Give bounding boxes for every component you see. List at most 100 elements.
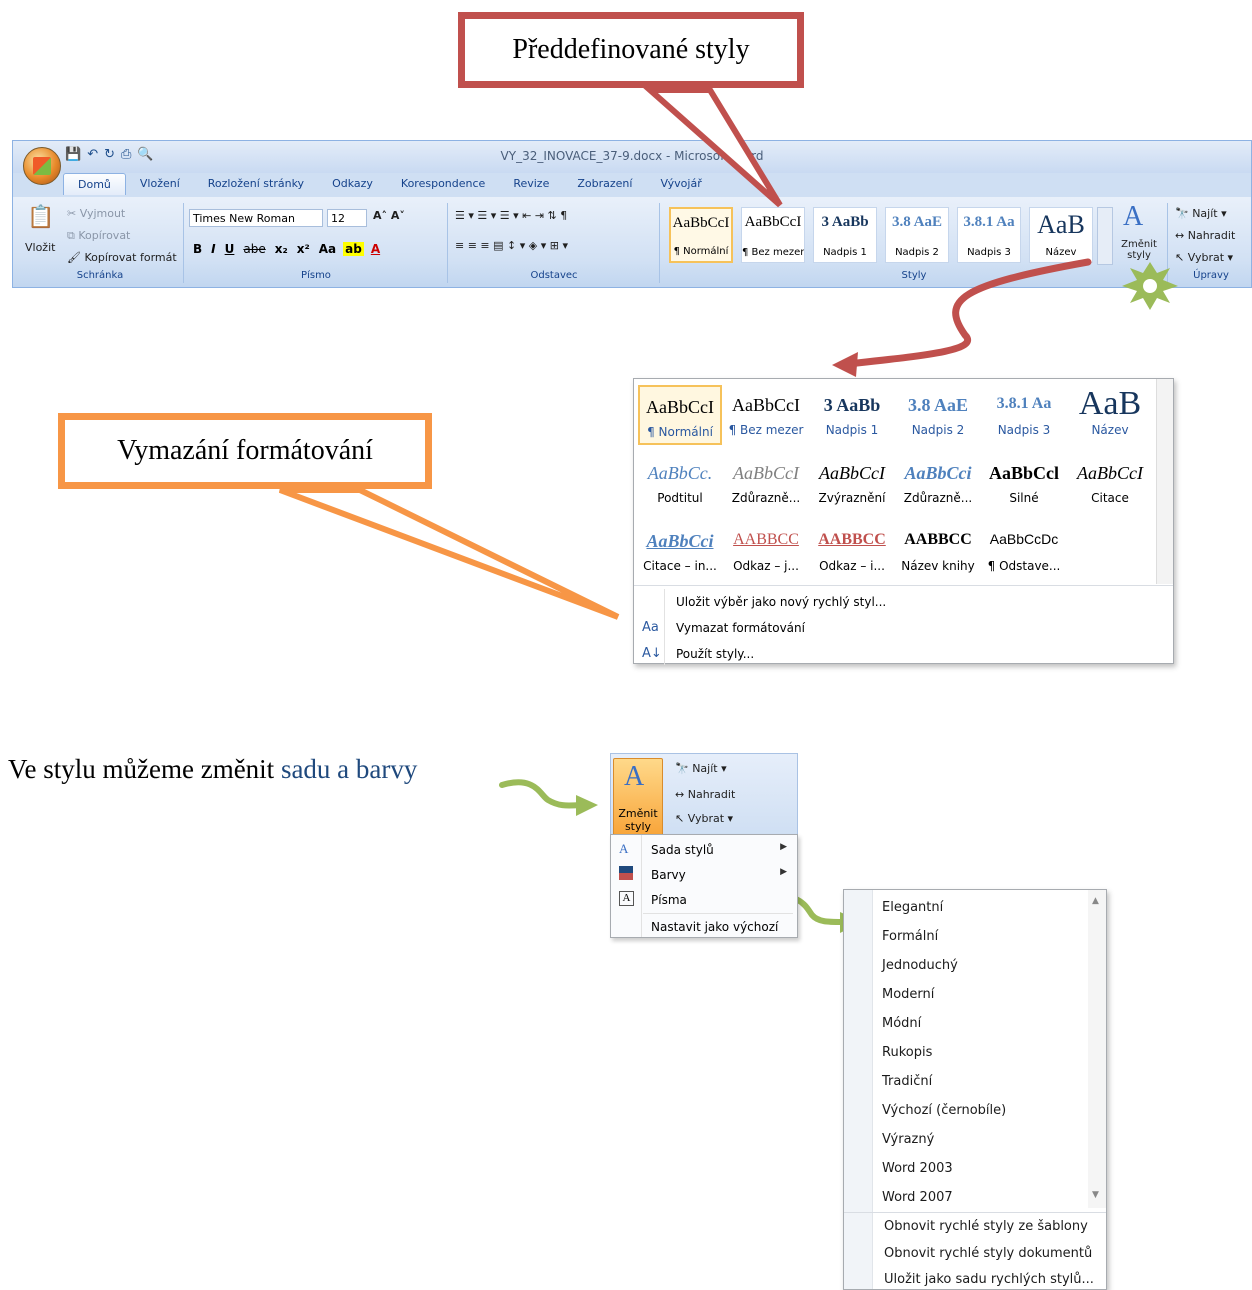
style-name: Zdůrazně... [903, 491, 973, 505]
change-styles-button[interactable]: A Změnit styly [613, 758, 663, 836]
red-arrow [844, 258, 1092, 368]
colors-icon [619, 866, 633, 880]
green-arrow-1 [499, 779, 583, 809]
font-set-item[interactable]: Jednoduchý [882, 958, 958, 973]
gallery-style-strong[interactable]: AaBbCcl Silné [982, 453, 1066, 513]
gallery-style-subtle-emphasis[interactable]: AaBbCcI Zdůrazně... [724, 453, 808, 513]
gallery-scrollbar[interactable] [1156, 379, 1173, 584]
style-name: ¶ Odstave... [987, 559, 1061, 573]
reset-document-styles-item[interactable]: Obnovit rychlé styly dokumentů [884, 1246, 1092, 1261]
font-set-item[interactable]: Výchozí (černobíle) [882, 1103, 1006, 1118]
select-button[interactable]: ↖ Vybrat ▾ [675, 812, 733, 825]
gallery-style-emphasis[interactable]: AaBbCcI Zvýraznění [810, 453, 894, 513]
font-set-item[interactable]: Formální [882, 929, 938, 944]
gallery-style-intense-quote[interactable]: AaBbCci Citace – in... [638, 521, 722, 581]
find-button[interactable]: 🔭 Najít ▾ [675, 762, 727, 775]
highlight-star-center [1143, 279, 1157, 293]
style-name: Název knihy [901, 559, 975, 573]
callout-clear-formatting-text: Vymazání formátování [117, 435, 373, 466]
style-name: Odkaz – i... [819, 559, 885, 573]
change-styles-panel: A Změnit styly 🔭 Najít ▾ ↔ Nahradit ↖ Vy… [610, 753, 798, 837]
gallery-style-heading1[interactable]: 3 AaBb Nadpis 1 [810, 385, 894, 445]
gallery-style-no-spacing[interactable]: AaBbCcI ¶ Bez mezer [724, 385, 808, 445]
gallery-style-title[interactable]: AaB Název [1068, 385, 1152, 445]
style-name: Citace – in... [643, 559, 717, 573]
style-name: Nadpis 1 [825, 423, 879, 437]
style-sample: 3.8.1 Aa [996, 395, 1052, 412]
font-set-item[interactable]: Moderní [882, 987, 934, 1002]
gallery-style-book-title[interactable]: AABBCC Název knihy [896, 521, 980, 581]
quick-styles-gallery: AaBbCcI ¶ Normální AaBbCcI ¶ Bez mezer 3… [633, 378, 1174, 667]
font-set-item[interactable]: Módní [882, 1016, 921, 1031]
gallery-style-normal[interactable]: AaBbCcI ¶ Normální [638, 385, 722, 445]
colors-item[interactable]: Barvy ▶ [611, 862, 797, 887]
menu-label: Vymazat formátování [676, 621, 805, 635]
scroll-up-icon[interactable]: ▲ [1092, 896, 1099, 906]
font-set-item[interactable]: Elegantní [882, 900, 943, 915]
gallery-style-heading3[interactable]: 3.8.1 Aa Nadpis 3 [982, 385, 1066, 445]
menu-label: Uložit výběr jako nový rychlý styl... [676, 595, 887, 609]
style-sample: 3.8 AaE [907, 395, 968, 415]
change-styles-menu: A Sada stylů ▶ Barvy ▶ A Písma Nastavit … [610, 834, 798, 938]
gallery-menu-separator [634, 585, 1173, 586]
font-set-item[interactable]: Word 2007 [882, 1190, 953, 1205]
style-sample: AaBbCcI [646, 397, 714, 417]
style-sample: AaBbCcl [988, 463, 1059, 483]
font-sets-dropdown: ▲ ▼ Elegantní Formální Jednoduchý Modern… [843, 889, 1107, 1290]
menu-label: Barvy [651, 868, 686, 882]
orange-callout-tail [278, 487, 620, 620]
gallery-style-intense-emphasis[interactable]: AaBbCci Zdůrazně... [896, 453, 980, 513]
style-sample: AaBbCci [904, 463, 972, 483]
gallery-style-subtitle[interactable]: AaBbCc. Podtitul [638, 453, 722, 513]
callout-clear-formatting: Vymazání formátování [58, 413, 432, 489]
menu-separator [844, 1212, 1106, 1213]
style-set-icon: A [619, 841, 629, 856]
style-name: ¶ Bez mezer [728, 423, 804, 437]
replace-button[interactable]: ↔ Nahradit [675, 788, 735, 801]
save-as-quick-style-item[interactable]: Uložit výběr jako nový rychlý styl... [634, 589, 1173, 615]
style-name: Zdůrazně... [731, 491, 801, 505]
style-name: ¶ Normální [647, 425, 713, 439]
style-sample: AaBbCcI [819, 463, 885, 483]
change-styles-label: Změnit styly [618, 807, 658, 833]
fonts-icon: A [619, 891, 634, 906]
scroll-down-icon[interactable]: ▼ [1092, 1190, 1099, 1200]
style-sample: AaBbCcI [732, 395, 800, 415]
gallery-style-quote[interactable]: AaBbCcI Citace [1068, 453, 1152, 513]
submenu-arrow-icon: ▶ [780, 867, 787, 877]
style-sample: AaBbCcI [733, 463, 799, 483]
style-name: Zvýraznění [818, 491, 886, 505]
clear-formatting-icon: Aa [642, 620, 659, 635]
set-as-default-item[interactable]: Nastavit jako výchozí [611, 914, 797, 939]
gallery-style-subtle-reference[interactable]: AABBCC Odkaz – j... [724, 521, 808, 581]
style-sample: AaBbCcI [1077, 463, 1143, 483]
style-sample: AABBCC [904, 531, 972, 548]
menu-label: Sada stylů [651, 843, 714, 857]
font-set-item[interactable]: Word 2003 [882, 1161, 953, 1176]
style-set-item[interactable]: A Sada stylů ▶ [611, 837, 797, 862]
menu-label: Použít styly... [676, 647, 755, 661]
font-set-item[interactable]: Tradiční [882, 1074, 932, 1089]
reset-from-template-item[interactable]: Obnovit rychlé styly ze šablony [884, 1219, 1088, 1234]
gallery-style-list-paragraph[interactable]: AaBbCcDc ¶ Odstave... [982, 521, 1066, 581]
style-sample: AaBbCcDc [989, 531, 1059, 547]
gallery-style-intense-reference[interactable]: AABBCC Odkaz – i... [810, 521, 894, 581]
body-text-prefix: Ve stylu můžeme změnit [8, 754, 281, 784]
style-name: Podtitul [657, 491, 703, 505]
style-sample: 3 AaBb [823, 395, 881, 415]
callout-tail [642, 87, 783, 208]
font-set-item[interactable]: Rukopis [882, 1045, 932, 1060]
apply-styles-item[interactable]: A↓ Použít styly... [634, 641, 1173, 667]
gallery-style-heading2[interactable]: 3.8 AaE Nadpis 2 [896, 385, 980, 445]
save-as-style-set-item[interactable]: Uložit jako sadu rychlých stylů... [884, 1272, 1094, 1287]
clear-formatting-item[interactable]: Aa Vymazat formátování [634, 615, 1173, 641]
body-text-highlight: sadu a barvy [280, 754, 418, 784]
fonts-item[interactable]: A Písma [611, 887, 797, 912]
green-arrow-1-head [576, 795, 598, 816]
font-set-item[interactable]: Výrazný [882, 1132, 934, 1147]
submenu-arrow-icon: ▶ [780, 842, 787, 852]
font-sets-scrollbar[interactable]: ▲ ▼ [1088, 890, 1106, 1208]
style-name: Silné [1009, 491, 1039, 505]
menu-label: Nastavit jako výchozí [651, 920, 779, 934]
style-sample: AABBCC [818, 531, 886, 548]
